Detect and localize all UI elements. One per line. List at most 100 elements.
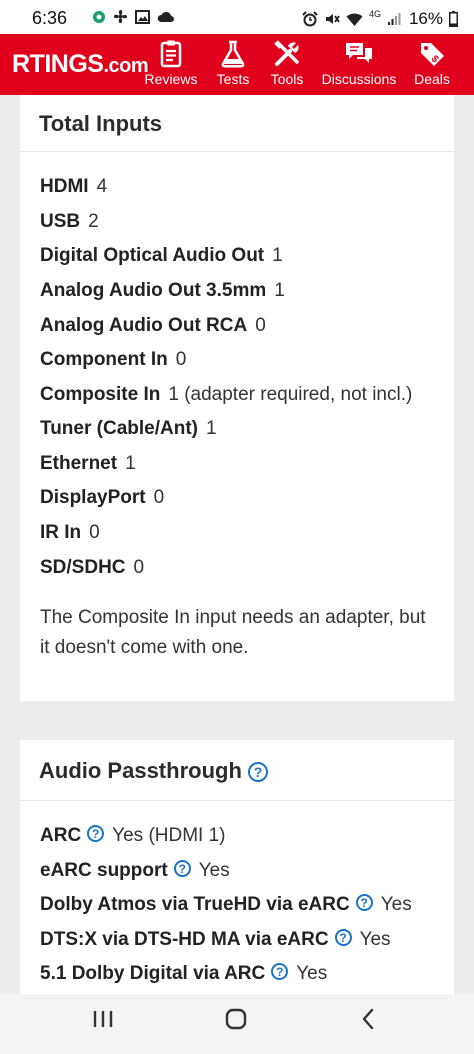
- spec-row: SD/SDHC 0: [40, 555, 144, 581]
- recents-icon[interactable]: [92, 1008, 114, 1030]
- spec-label: Digital Optical Audio Out: [40, 245, 265, 266]
- mute-icon: [325, 14, 340, 24]
- nav-label: Reviews: [144, 71, 198, 87]
- spec-value: 0: [255, 315, 266, 336]
- back-icon[interactable]: [358, 1008, 380, 1030]
- spec-value: 1: [125, 453, 136, 474]
- spec-row: Ethernet 1: [40, 451, 136, 477]
- signal-icon: [387, 13, 401, 25]
- spec-row: eARC support? Yes: [40, 858, 230, 884]
- wifi-icon: [346, 12, 363, 26]
- site-logo[interactable]: RTINGS.com: [12, 50, 149, 79]
- card-header: Total Inputs: [20, 95, 454, 152]
- spec-label: Component In: [40, 349, 168, 370]
- spec-label: Analog Audio Out RCA: [40, 315, 248, 336]
- spec-value: Yes: [380, 894, 412, 915]
- status-time: 6:36: [32, 8, 68, 28]
- system-nav-bar: [0, 994, 474, 1054]
- total-inputs-card: Total Inputs HDMI 4 USB 2 Digital Optical …: [20, 95, 454, 701]
- spec-row: Analog Audio Out 3.5mm 1: [40, 278, 285, 304]
- spec-value: 2: [88, 211, 99, 232]
- spec-label: DTS:X via DTS-HD MA via eARC: [40, 929, 329, 950]
- spec-row: Composite In 1 (adapter required, not inc…: [40, 382, 412, 408]
- spec-value: Yes: [359, 929, 391, 950]
- spec-row: Tuner (Cable/Ant) 1: [40, 416, 217, 442]
- section-title: Total Inputs: [39, 111, 163, 136]
- spec-value: 1: [205, 418, 217, 439]
- spec-row: Analog Audio Out RCA 0: [40, 313, 266, 339]
- spec-row: DTS:X via DTS-HD MA via eARC? Yes: [40, 927, 391, 953]
- flask-icon: [221, 40, 245, 68]
- spec-label: 5.1 Dolby Digital via ARC: [40, 963, 266, 984]
- spec-label: ARC: [40, 825, 82, 846]
- spec-value: 1: [272, 245, 283, 266]
- nav-label: Deals: [414, 71, 450, 87]
- home-icon[interactable]: [225, 1008, 247, 1030]
- help-icon[interactable]: ?: [271, 963, 289, 981]
- image-icon: [135, 9, 150, 24]
- section-note: The Composite In input needs an adapter,…: [40, 607, 426, 658]
- nav-reviews[interactable]: Reviews: [144, 40, 198, 92]
- help-icon[interactable]: ?: [334, 929, 352, 947]
- spec-label: Composite In: [40, 384, 161, 405]
- spec-value: 4: [96, 176, 108, 197]
- spec-label: USB: [40, 211, 81, 232]
- spec-label: IR In: [40, 522, 82, 543]
- nav-label: Tests: [216, 71, 250, 87]
- nav-tools[interactable]: Tools: [269, 40, 305, 92]
- spec-label: eARC support: [40, 860, 168, 881]
- notification-icons: [92, 9, 174, 24]
- spec-label: Ethernet: [40, 453, 118, 474]
- card-header: Audio Passthrough ?: [20, 740, 454, 801]
- cloud-icon: [157, 11, 174, 22]
- help-icon[interactable]: ?: [173, 860, 191, 878]
- nav-discussions[interactable]: Discussions: [321, 40, 397, 92]
- system-icons: 4G 16%: [302, 9, 458, 29]
- section-title-text: Audio Passthrough: [39, 758, 242, 783]
- spec-label: Analog Audio Out 3.5mm: [40, 280, 267, 301]
- spec-row: DisplayPort 0: [40, 485, 164, 511]
- section-title: Audio Passthrough ?: [39, 758, 269, 784]
- network-type: 4G: [368, 9, 381, 19]
- spec-value: Yes (HDMI 1): [112, 825, 226, 846]
- spec-value: 1: [274, 280, 285, 301]
- spec-value: 0: [153, 487, 165, 508]
- spec-row: ARC? Yes (HDMI 1): [40, 823, 226, 849]
- spec-value: 0: [133, 557, 145, 578]
- help-icon[interactable]: ?: [248, 762, 269, 783]
- nav-label: Tools: [270, 71, 304, 87]
- spec-label: Tuner (Cable/Ant): [40, 418, 198, 439]
- logo-suffix: .com: [103, 55, 149, 77]
- logo-text: RTINGS: [12, 50, 104, 78]
- battery-icon: [449, 11, 458, 27]
- help-icon[interactable]: ?: [355, 894, 373, 912]
- nav-deals[interactable]: $ Deals: [414, 40, 450, 92]
- spec-label: SD/SDHC: [40, 557, 126, 578]
- spec-label: DisplayPort: [40, 487, 146, 508]
- nav-label: Discussions: [321, 71, 397, 87]
- alarm-icon: [302, 11, 318, 27]
- spec-row: Component In 0: [40, 347, 186, 373]
- help-icon[interactable]: ?: [87, 825, 105, 843]
- battery-percent: 16%: [408, 9, 443, 28]
- spec-row: Dolby Atmos via TrueHD via eARC? Yes: [40, 892, 412, 918]
- spec-value: 0: [89, 522, 100, 543]
- nav-tests[interactable]: Tests: [216, 40, 250, 92]
- fan-icon: [113, 9, 128, 24]
- spec-value: 1 (adapter required, not incl.): [168, 384, 413, 405]
- status-bar: 6:36 4G 16%: [0, 0, 474, 34]
- clipboard-icon: [160, 40, 182, 68]
- spec-row: Digital Optical Audio Out 1: [40, 243, 283, 269]
- chat-icon: [346, 43, 372, 63]
- spec-label: HDMI: [40, 176, 89, 197]
- app-icon: [93, 10, 105, 23]
- spec-row: USB 2: [40, 209, 99, 235]
- spec-label: Dolby Atmos via TrueHD via eARC: [40, 894, 350, 915]
- spec-row: IR In 0: [40, 520, 100, 546]
- spec-value: Yes: [296, 963, 328, 984]
- tag-icon: $: [421, 43, 444, 66]
- audio-passthrough-card: Audio Passthrough ? ARC? Yes (HDMI 1) eAR…: [20, 740, 454, 1000]
- spec-row: 5.1 Dolby Digital via ARC? Yes: [40, 961, 327, 987]
- spec-value: Yes: [198, 860, 230, 881]
- site-header: RTINGS.com Reviews Tests Tools Discussio…: [0, 34, 474, 95]
